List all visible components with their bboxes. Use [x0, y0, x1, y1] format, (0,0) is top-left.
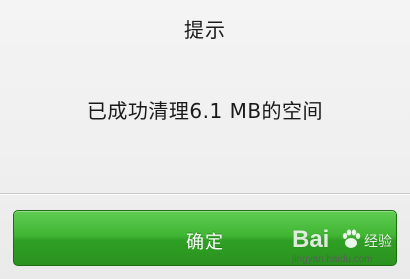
alert-dialog: 提示 已成功清理6.1 MB的空间 确定 Bai 经验 jingyan.baid… [0, 0, 410, 279]
watermark-brand: Bai [292, 226, 330, 253]
baidu-jingyan-watermark: Bai 经验 jingyan.baidu.com [288, 222, 406, 274]
dialog-title: 提示 [184, 18, 226, 42]
dialog-message: 已成功清理6.1 MB的空间 [86, 99, 324, 123]
dialog-divider-highlight [0, 194, 410, 195]
baidu-paw-icon [342, 229, 361, 248]
watermark-brand-tail: 经验 [364, 234, 392, 250]
watermark-url: jingyan.baidu.com [292, 254, 373, 265]
